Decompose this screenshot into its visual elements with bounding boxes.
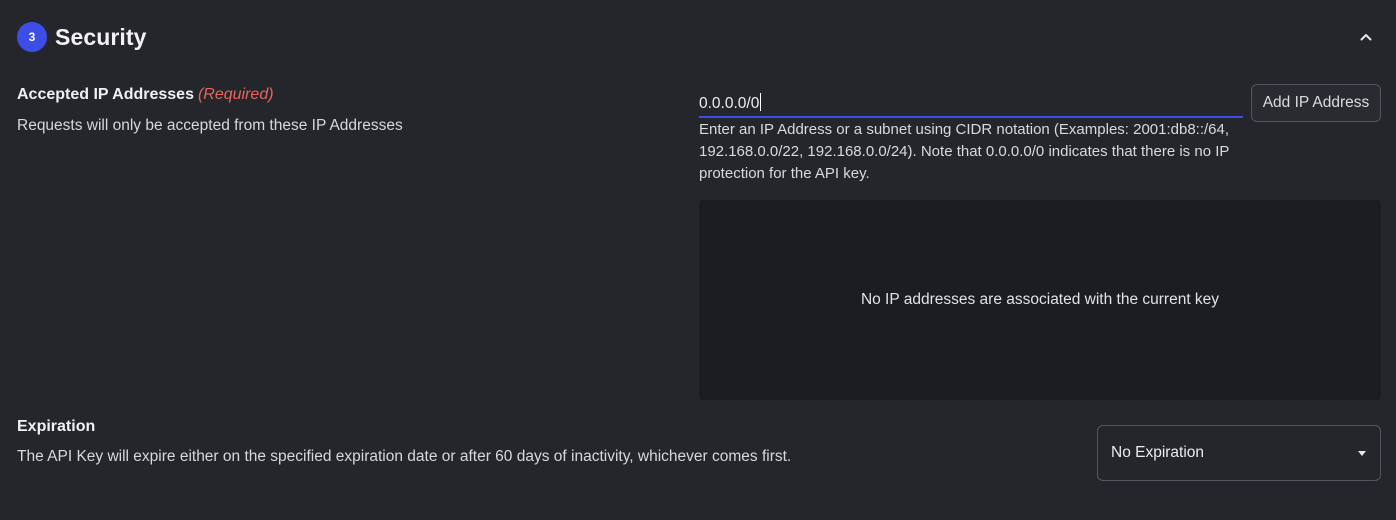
ip-address-input-value: 0.0.0.0/0 [699, 95, 760, 112]
ip-input-helper-text: Enter an IP Address or a subnet using CI… [699, 121, 1230, 182]
required-indicator: (Required) [197, 86, 274, 103]
collapse-toggle-button[interactable] [1356, 27, 1376, 47]
ip-address-list: No IP addresses are associated with the … [699, 200, 1381, 400]
chevron-up-icon [1360, 34, 1372, 41]
expiration-label: Expiration [17, 418, 96, 435]
add-ip-address-button[interactable]: Add IP Address [1251, 84, 1381, 122]
step-badge: 3 [17, 22, 47, 52]
section-title: Security [55, 23, 147, 50]
ip-addresses-label: Accepted IP Addresses (Required) [17, 86, 274, 104]
expiration-description: The API Key will expire either on the sp… [17, 448, 792, 465]
ip-addresses-label-text: Accepted IP Addresses [17, 86, 194, 103]
section-header: 3 Security [17, 22, 147, 52]
empty-state-message: No IP addresses are associated with the … [860, 291, 1220, 308]
caret-down-icon [1358, 451, 1366, 456]
ip-addresses-description: Requests will only be accepted from thes… [17, 117, 403, 134]
text-caret [760, 93, 762, 111]
expiration-select[interactable]: No Expiration [1097, 425, 1381, 481]
security-section: 3 Security Accepted IP Addresses (Require… [0, 0, 1396, 520]
ip-address-input[interactable]: 0.0.0.0/0 [699, 88, 1243, 118]
expiration-select-value: No Expiration [1111, 444, 1205, 461]
